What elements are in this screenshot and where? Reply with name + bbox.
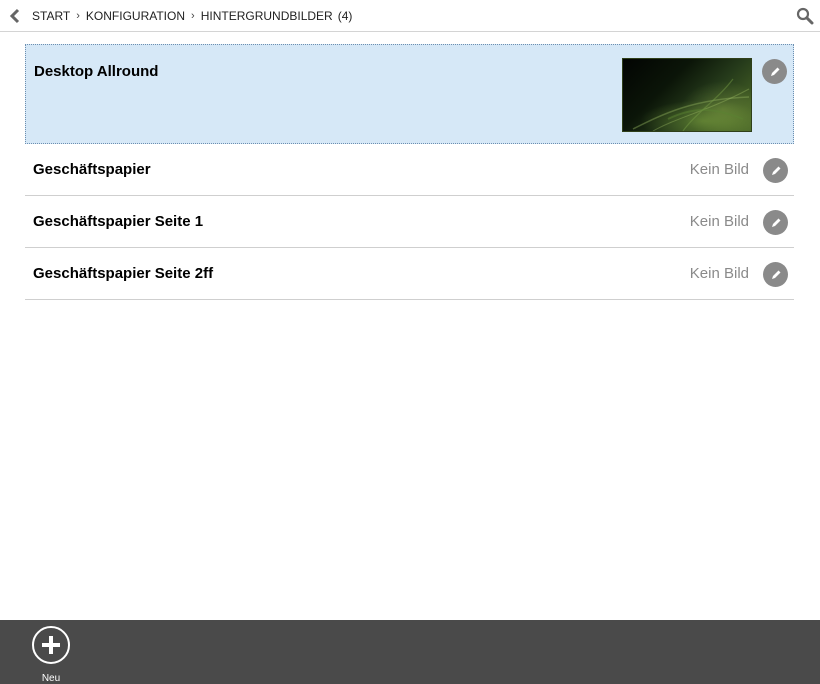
item-title: Geschäftspapier Seite 1 <box>33 213 204 230</box>
edit-button[interactable] <box>763 262 788 287</box>
back-button[interactable] <box>6 7 24 25</box>
breadcrumb-konfiguration[interactable]: KONFIGURATION <box>86 9 185 23</box>
pencil-icon <box>771 166 780 175</box>
wallpaper-list: Desktop Allround Geschäftspapier Kein Bi… <box>25 44 794 300</box>
new-button-label: Neu <box>41 673 61 684</box>
edit-button[interactable] <box>762 59 787 84</box>
list-item[interactable]: Geschäftspapier Seite 1 Kein Bild <box>25 196 794 248</box>
edit-button[interactable] <box>763 158 788 183</box>
chevron-left-icon <box>9 8 20 24</box>
plus-icon <box>42 636 60 654</box>
breadcrumb-separator: › <box>76 9 80 22</box>
list-item[interactable]: Geschäftspapier Kein Bild <box>25 144 794 196</box>
edit-button[interactable] <box>763 210 788 235</box>
breadcrumb: START › KONFIGURATION › HINTERGRUNDBILDE… <box>32 0 352 31</box>
no-image-label: Kein Bild <box>689 265 749 282</box>
pencil-icon <box>770 67 779 76</box>
pencil-icon <box>771 270 780 279</box>
item-title: Desktop Allround <box>34 63 159 80</box>
header-bar: START › KONFIGURATION › HINTERGRUNDBILDE… <box>0 0 820 32</box>
item-count: (4) <box>337 8 353 23</box>
breadcrumb-separator: › <box>191 9 195 22</box>
breadcrumb-hintergrundbilder: HINTERGRUNDBILDER <box>200 8 333 23</box>
new-button[interactable]: Neu <box>32 626 70 684</box>
list-item[interactable]: Desktop Allround <box>25 44 794 144</box>
new-button-circle[interactable] <box>32 626 70 664</box>
no-image-label: Kein Bild <box>689 213 749 230</box>
item-title: Geschäftspapier <box>33 161 151 178</box>
item-title: Geschäftspapier Seite 2ff <box>33 265 214 282</box>
breadcrumb-start[interactable]: START <box>32 9 70 23</box>
search-icon <box>796 7 814 25</box>
wallpaper-thumbnail <box>622 58 752 132</box>
search-button[interactable] <box>796 7 814 25</box>
bottom-app-bar: Neu <box>0 620 820 684</box>
pencil-icon <box>771 218 780 227</box>
no-image-label: Kein Bild <box>689 161 749 178</box>
list-item[interactable]: Geschäftspapier Seite 2ff Kein Bild <box>25 248 794 300</box>
app-window: START › KONFIGURATION › HINTERGRUNDBILDE… <box>0 0 820 684</box>
